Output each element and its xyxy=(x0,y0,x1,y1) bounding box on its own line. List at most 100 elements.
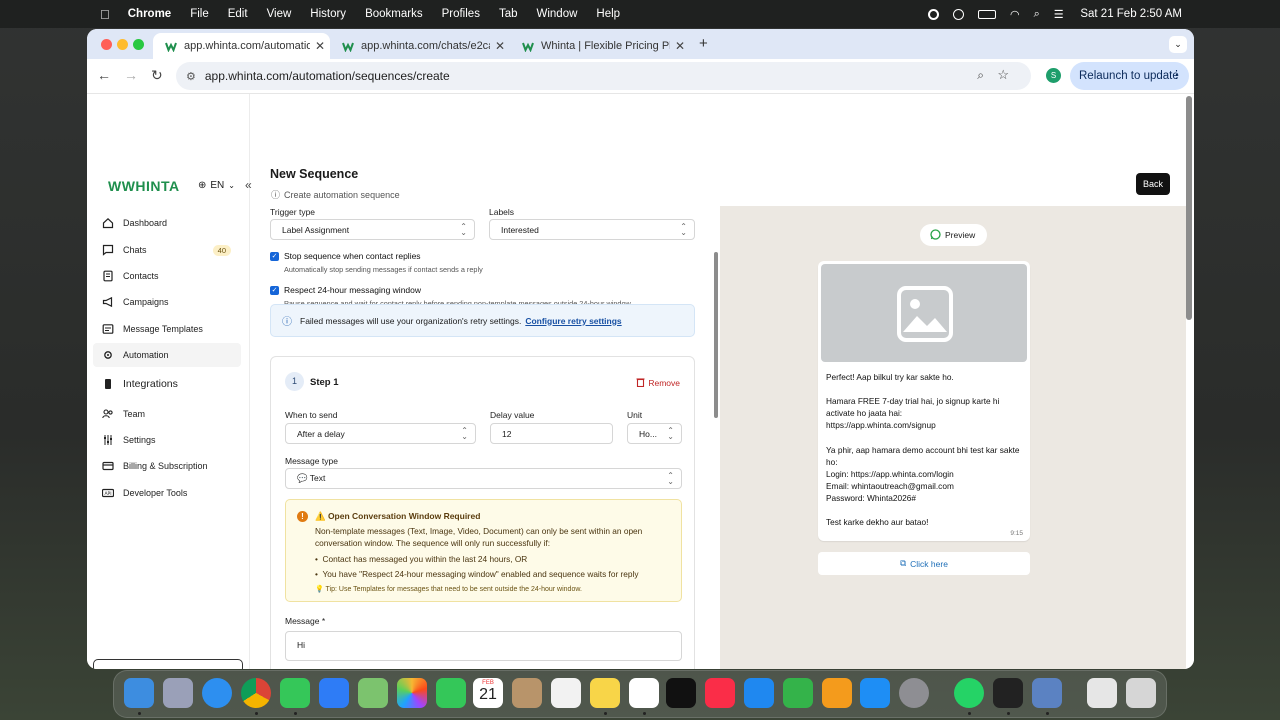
relaunch-button[interactable]: Relaunch to update ⋮ xyxy=(1070,62,1189,90)
sidebar-item-campaigns[interactable]: Campaigns xyxy=(93,290,241,314)
profile-avatar[interactable]: S xyxy=(1046,68,1061,83)
control-center-icon[interactable]: ☰ xyxy=(1054,8,1064,21)
tab-automation[interactable]: app.whinta.com/automation/s ✕ xyxy=(153,33,330,59)
apple-menu-icon[interactable]:  xyxy=(100,7,110,22)
labels-select[interactable]: Interested ⌃ ⌄ xyxy=(489,219,695,240)
keynote-icon[interactable] xyxy=(744,678,774,708)
tab-search-icon[interactable]: ⌄ xyxy=(1169,36,1187,53)
url-text[interactable]: app.whinta.com/automation/sequences/crea… xyxy=(205,69,450,83)
remove-step-button[interactable]: Remove xyxy=(636,377,680,389)
safari-icon[interactable] xyxy=(202,678,232,708)
mail-icon[interactable] xyxy=(319,678,349,708)
chrome-icon[interactable] xyxy=(241,678,271,708)
menu-help[interactable]: Help xyxy=(596,8,620,20)
notes-icon[interactable] xyxy=(590,678,620,708)
record-icon[interactable] xyxy=(928,9,939,20)
contacts-icon[interactable] xyxy=(512,678,542,708)
page-scrollbar[interactable] xyxy=(1186,96,1192,320)
maps-icon[interactable] xyxy=(358,678,388,708)
trash-icon[interactable] xyxy=(1126,678,1156,708)
form-scrollbar[interactable] xyxy=(714,252,718,418)
reminders-icon[interactable] xyxy=(551,678,581,708)
retry-info-banner: ⓘ Failed messages will use your organiza… xyxy=(270,304,695,337)
close-tab-icon[interactable]: ✕ xyxy=(490,39,510,53)
menu-profiles[interactable]: Profiles xyxy=(442,8,480,20)
messages-icon[interactable] xyxy=(280,678,310,708)
menu-tab[interactable]: Tab xyxy=(499,8,518,20)
menu-window[interactable]: Window xyxy=(537,8,578,20)
stop-on-reply-label[interactable]: Stop sequence when contact replies xyxy=(284,251,421,261)
sidebar-item-automation[interactable]: Automation xyxy=(93,343,241,367)
sidebar-item-chats[interactable]: Chats 40 xyxy=(93,238,241,262)
system-settings-icon[interactable] xyxy=(899,678,929,708)
language-selector[interactable]: ⊕ EN ⌄ xyxy=(198,180,235,191)
close-window-button[interactable] xyxy=(101,39,112,50)
kebab-menu-icon[interactable]: ⋮ xyxy=(1171,68,1182,81)
close-tab-icon[interactable]: ✕ xyxy=(310,39,330,53)
sidebar-item-developer-tools[interactable]: API Developer Tools xyxy=(93,481,241,505)
sidebar-item-dashboard[interactable]: Dashboard xyxy=(93,211,241,235)
bookmark-star-icon[interactable]: ☆ xyxy=(997,67,1009,83)
sidebar-item-billing[interactable]: Billing & Subscription xyxy=(93,454,241,478)
menu-edit[interactable]: Edit xyxy=(228,8,248,20)
respect-window-checkbox[interactable]: ✓ xyxy=(270,286,279,295)
preview-button[interactable]: Preview xyxy=(920,224,987,246)
unit-select[interactable]: Ho... ⌃ ⌄ xyxy=(627,423,682,444)
terminal-icon[interactable] xyxy=(993,678,1023,708)
forward-arrow-icon[interactable]: → xyxy=(124,67,138,83)
apple-tv-icon[interactable] xyxy=(666,678,696,708)
music-icon[interactable] xyxy=(705,678,735,708)
respect-window-label[interactable]: Respect 24-hour messaging window xyxy=(284,285,421,295)
menu-file[interactable]: File xyxy=(190,8,209,20)
sidebar-footer-card[interactable] xyxy=(93,659,243,669)
tab-chats[interactable]: app.whinta.com/chats/e2caf0 ✕ xyxy=(330,33,510,59)
message-type-select[interactable]: 💬 Text ⌃ ⌄ xyxy=(285,468,682,489)
calendar-icon[interactable]: FEB 21 xyxy=(473,678,503,708)
minimize-window-button[interactable] xyxy=(117,39,128,50)
numbers-icon[interactable] xyxy=(783,678,813,708)
whinta-logo[interactable]: WWHINTA xyxy=(108,178,180,194)
collapse-sidebar-icon[interactable]: « xyxy=(245,178,252,192)
reload-icon[interactable]: ↻ xyxy=(151,67,163,84)
wifi-icon[interactable]: ◠ xyxy=(1010,8,1020,21)
sidebar-item-message-templates[interactable]: Message Templates xyxy=(93,317,241,341)
sidebar-item-integrations[interactable]: Integrations xyxy=(93,372,241,396)
play-icon[interactable] xyxy=(953,9,964,20)
preview-app-icon[interactable] xyxy=(1032,678,1062,708)
message-textarea[interactable]: Hi xyxy=(285,631,682,661)
search-icon[interactable]: ⌕ xyxy=(1034,8,1040,21)
launchpad-icon[interactable] xyxy=(163,678,193,708)
battery-icon[interactable] xyxy=(978,10,996,19)
sidebar-item-team[interactable]: Team xyxy=(93,402,241,426)
delay-value-input[interactable]: 12 xyxy=(490,423,613,444)
app-store-icon[interactable] xyxy=(860,678,890,708)
click-here-cta-button[interactable]: ⧉ Click here xyxy=(818,552,1030,575)
menu-clock[interactable]: Sat 21 Feb 2:50 AM xyxy=(1080,8,1182,20)
zoom-window-button[interactable] xyxy=(133,39,144,50)
menu-bookmarks[interactable]: Bookmarks xyxy=(365,8,423,20)
whatsapp-icon[interactable] xyxy=(954,678,984,708)
menu-history[interactable]: History xyxy=(310,8,346,20)
back-arrow-icon[interactable]: ← xyxy=(97,67,111,83)
menu-app-name[interactable]: Chrome xyxy=(128,8,171,20)
zoom-icon[interactable]: ⌕ xyxy=(977,68,984,83)
trigger-type-select[interactable]: Label Assignment ⌃ ⌄ xyxy=(270,219,475,240)
configure-retry-link[interactable]: Configure retry settings xyxy=(525,316,621,326)
freeform-icon[interactable] xyxy=(629,678,659,708)
menu-view[interactable]: View xyxy=(267,8,292,20)
site-info-icon[interactable]: ⚙ xyxy=(186,70,196,83)
sidebar-item-settings[interactable]: Settings xyxy=(93,428,241,452)
close-tab-icon[interactable]: ✕ xyxy=(670,39,690,53)
stop-on-reply-checkbox[interactable]: ✓ xyxy=(270,252,279,261)
when-to-send-select[interactable]: After a delay ⌃ ⌄ xyxy=(285,423,476,444)
address-bar[interactable]: ⚙ app.whinta.com/automation/sequences/cr… xyxy=(176,62,1031,90)
back-button[interactable]: Back xyxy=(1136,173,1170,195)
tab-pricing[interactable]: Whinta | Flexible Pricing Plans ✕ xyxy=(510,33,690,59)
facetime-icon[interactable] xyxy=(436,678,466,708)
new-tab-icon[interactable]: + xyxy=(699,35,708,52)
pages-icon[interactable] xyxy=(822,678,852,708)
photos-icon[interactable] xyxy=(397,678,427,708)
sidebar-item-contacts[interactable]: Contacts xyxy=(93,264,241,288)
finder-icon[interactable] xyxy=(124,678,154,708)
downloads-folder-icon[interactable] xyxy=(1087,678,1117,708)
